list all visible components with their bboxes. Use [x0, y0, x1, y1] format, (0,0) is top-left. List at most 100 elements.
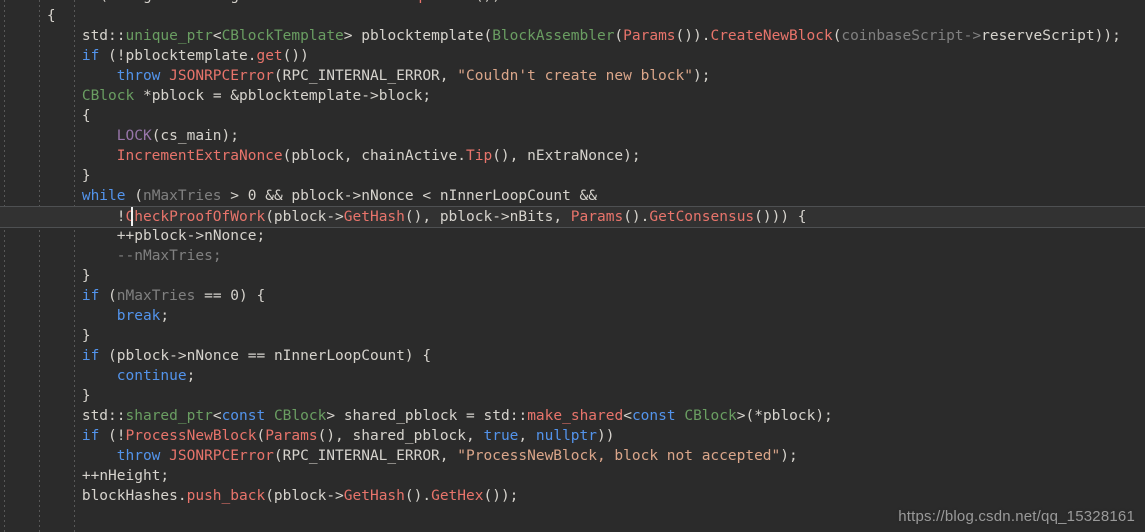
code-line[interactable]: if (!pblocktemplate.get()) — [0, 46, 1145, 66]
code-token: BlockAssembler — [492, 28, 615, 44]
code-token: if — [81, 288, 100, 304]
code-token: throw — [116, 68, 161, 84]
code-line[interactable]: } — [0, 326, 1145, 346]
code-token: > — [221, 188, 248, 204]
code-line[interactable]: CBlock *pblock = &pblocktemplate->block; — [0, 86, 1145, 106]
code-token: ShutdownRequested — [326, 0, 474, 4]
code-line[interactable]: IncrementExtraNonce(pblock, chainActive.… — [0, 146, 1145, 166]
code-line[interactable]: --nMaxTries; — [0, 246, 1145, 266]
code-token: } — [81, 268, 91, 284]
code-token: ); — [623, 148, 641, 164]
code-token: -> — [963, 28, 982, 44]
code-token: pblocktemplate — [125, 48, 248, 64]
code-token: CheckProofOfWork — [125, 209, 266, 225]
code-token: CBlockTemplate — [221, 28, 344, 44]
code-token: nExtraNonce — [527, 148, 624, 164]
code-line[interactable]: break; — [0, 306, 1145, 326]
code-line[interactable]: if (nMaxTries == 0) { — [0, 286, 1145, 306]
code-editor[interactable]: while ( nHeight < nHeightEnd && !Shutdown… — [0, 0, 1145, 532]
code-token: ( — [273, 68, 283, 84]
code-line[interactable]: std::unique_ptr<CBlockTemplate> pblockte… — [0, 26, 1145, 46]
code-token: ++ — [116, 228, 135, 244]
code-token: ( — [483, 28, 493, 44]
code-token: && — [256, 188, 292, 204]
code-line[interactable]: while (nMaxTries > 0 && pblock->nNonce <… — [0, 186, 1145, 206]
code-token: ; — [186, 368, 196, 384]
code-token: RPC_INTERNAL_ERROR — [282, 68, 440, 84]
code-token: IncrementExtraNonce — [116, 148, 283, 164]
code-token: ); — [815, 408, 833, 424]
code-token: nInnerLoopCount — [439, 188, 571, 204]
code-token: -> — [326, 488, 344, 504]
code-token: && ! — [283, 0, 326, 4]
code-token: pblock — [273, 488, 327, 504]
code-token: = — [457, 408, 484, 424]
code-token: && — [570, 188, 598, 204]
code-line[interactable]: } — [0, 166, 1145, 186]
code-token: pblock — [273, 209, 327, 225]
code-line[interactable]: throw JSONRPCError(RPC_INTERNAL_ERROR, "… — [0, 446, 1145, 466]
code-line-current[interactable]: !CheckProofOfWork(pblock->GetHash(), pbl… — [0, 206, 1145, 228]
code-token: nHeight — [99, 468, 161, 484]
code-line[interactable]: { — [0, 6, 1145, 26]
code-token: nNonce — [186, 348, 240, 364]
code-token: , — [439, 448, 458, 464]
code-token: , — [343, 148, 362, 164]
code-line[interactable]: ++nHeight; — [0, 466, 1145, 486]
code-token: "Couldn't create new block" — [457, 68, 693, 84]
code-token: throw — [116, 448, 161, 464]
code-line[interactable]: { — [0, 106, 1145, 126]
code-line[interactable]: LOCK(cs_main); — [0, 126, 1145, 146]
code-line[interactable]: blockHashes.push_back(pblock->GetHash().… — [0, 486, 1145, 506]
code-token: unique_ptr — [125, 28, 213, 44]
code-token: continue — [116, 368, 187, 384]
code-token: pblocktemplate — [361, 28, 484, 44]
code-token: "ProcessNewBlock, block not accepted" — [457, 448, 781, 464]
code-token: (). — [404, 488, 432, 504]
code-line[interactable]: if (pblock->nNonce == nInnerLoopCount) { — [0, 346, 1145, 366]
code-token: ) { — [239, 288, 266, 304]
code-line[interactable]: std::shared_ptr<const CBlock> shared_pbl… — [0, 406, 1145, 426]
code-token: < — [413, 188, 440, 204]
code-token: CBlock — [81, 88, 135, 104]
code-token: (). — [623, 209, 650, 225]
code-token: } — [81, 388, 91, 404]
code-line[interactable]: } — [0, 386, 1145, 406]
code-token: nHeightEnd — [195, 0, 282, 4]
code-token: ( — [125, 188, 143, 204]
code-token: (), — [492, 148, 528, 164]
code-token: shared_pblock — [343, 408, 458, 424]
code-token: < — [212, 408, 222, 424]
code-token: while — [47, 0, 91, 4]
code-token: > — [326, 408, 344, 424]
code-token: == — [195, 288, 231, 304]
code-token: ()) — [282, 48, 309, 64]
code-line[interactable]: ++pblock->nNonce; — [0, 226, 1145, 246]
code-token: , — [553, 209, 571, 225]
code-token: ; — [160, 468, 170, 484]
code-token: ProcessNewBlock — [125, 428, 257, 444]
code-line[interactable]: if (!ProcessNewBlock(Params(), shared_pb… — [0, 426, 1145, 446]
code-token: JSONRPCError — [169, 448, 274, 464]
code-line[interactable]: } — [0, 266, 1145, 286]
code-line[interactable]: throw JSONRPCError(RPC_INTERNAL_ERROR, "… — [0, 66, 1145, 86]
code-token: Params — [570, 209, 624, 225]
code-token: nNonce — [361, 188, 414, 204]
code-token: CreateNewBlock — [710, 28, 833, 44]
code-text-area[interactable]: while ( nHeight < nHeightEnd && !Shutdown… — [0, 0, 1145, 532]
code-token: while — [81, 188, 126, 204]
code-line[interactable]: continue; — [0, 366, 1145, 386]
code-token: GetHex — [431, 488, 484, 504]
code-token: ; — [212, 248, 222, 264]
code-token: -> — [186, 228, 205, 244]
